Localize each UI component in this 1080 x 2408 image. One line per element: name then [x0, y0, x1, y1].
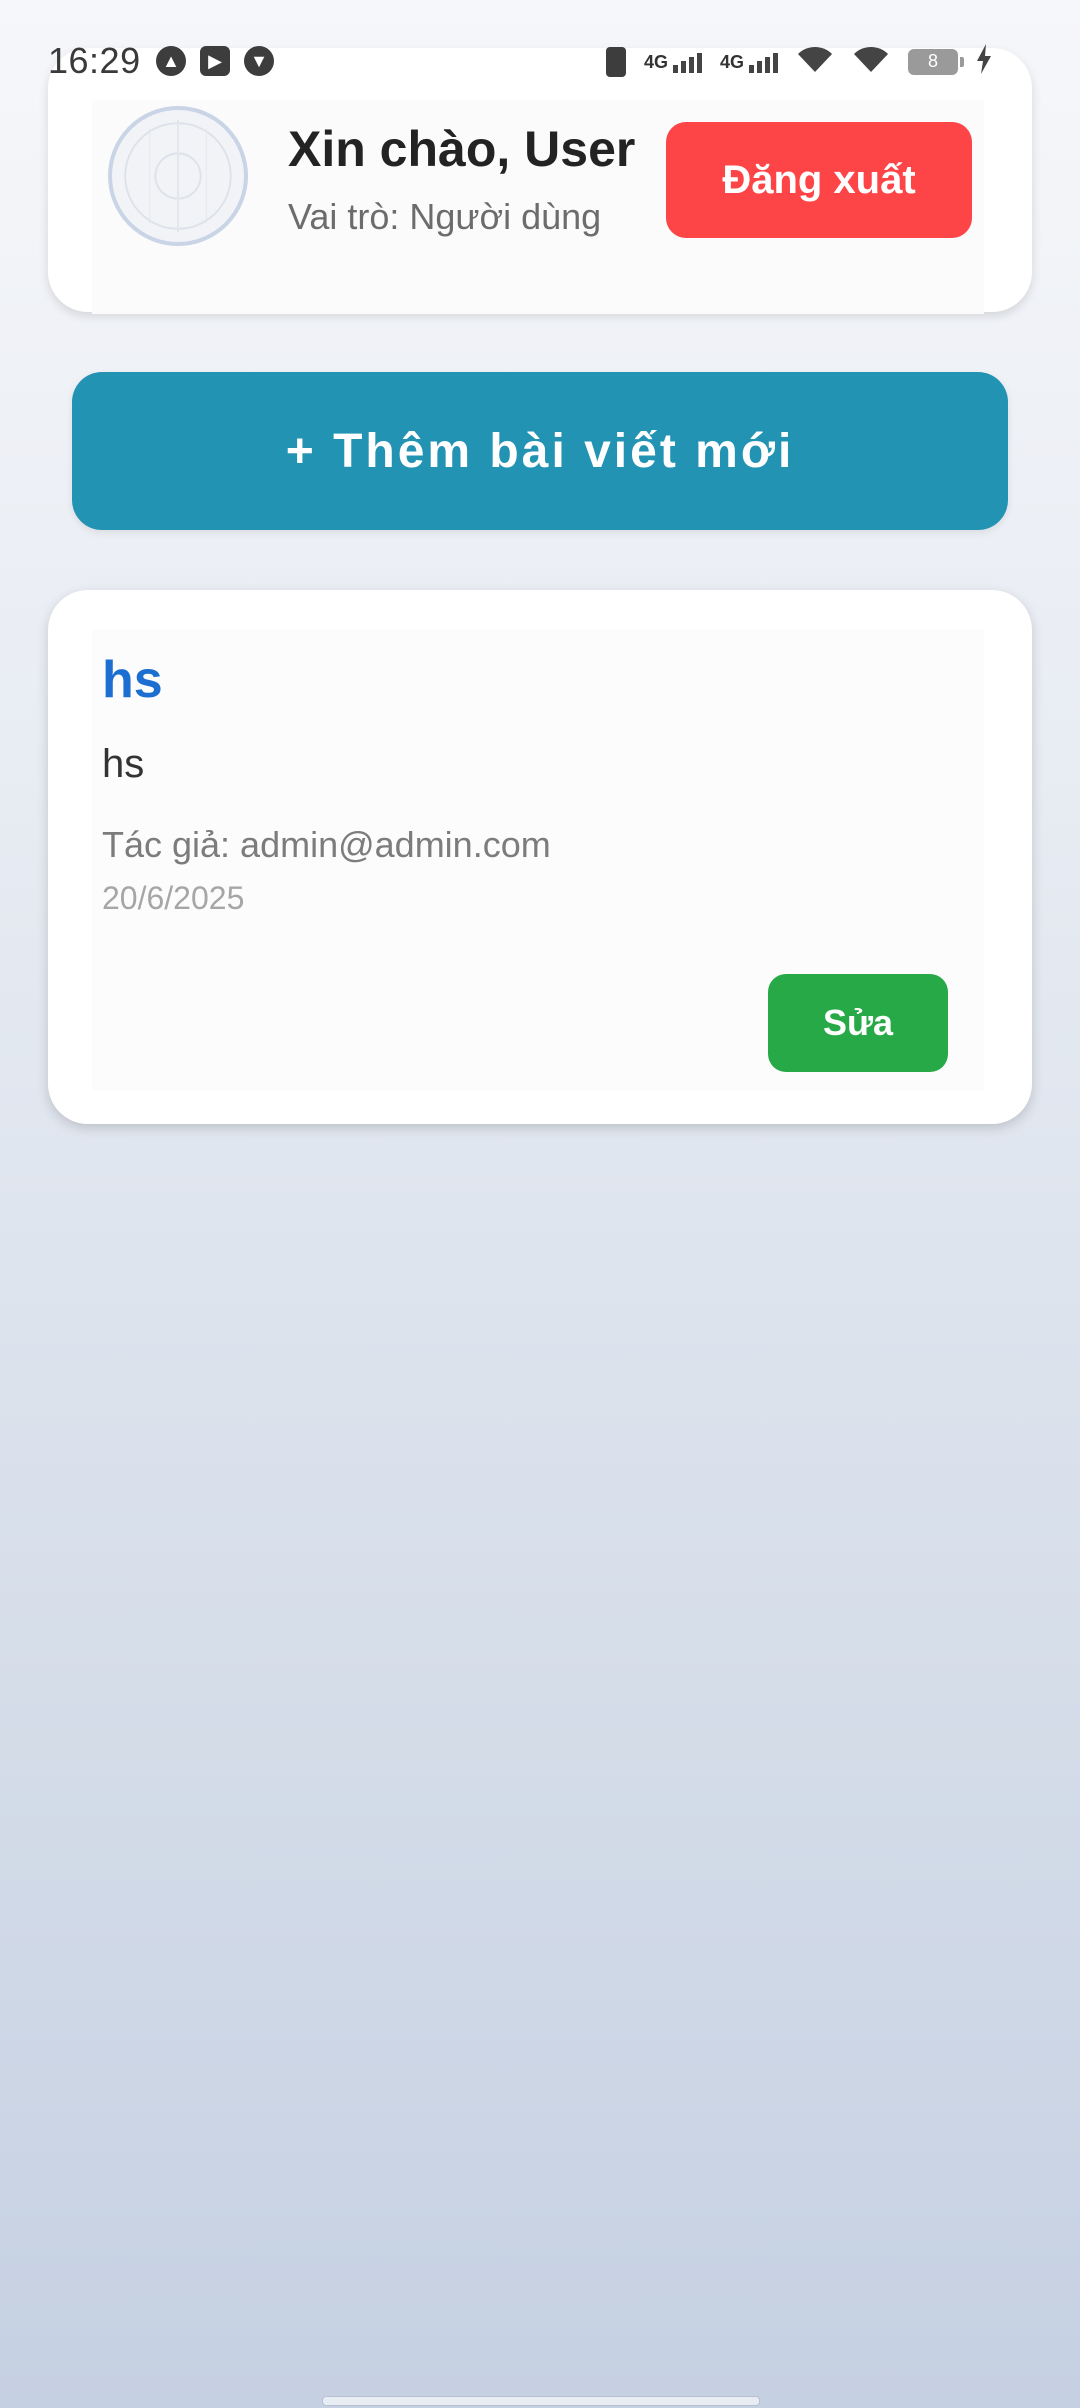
post-content: hs	[102, 742, 145, 786]
post-title: hs	[102, 651, 163, 709]
status-bar: 16:29 ▲ ▶ ▼ 4G 4G 8	[0, 0, 1080, 126]
shield-icon: ▼	[244, 46, 274, 76]
signal-2-icon: 4G	[720, 51, 778, 73]
post-date: 20/6/2025	[102, 880, 245, 916]
edit-post-button[interactable]: Sửa	[768, 974, 948, 1072]
battery-level: 8	[927, 51, 938, 71]
post-card: hs hs Tác giả: admin@admin.com 20/6/2025…	[48, 590, 1032, 1124]
signal-1-icon: 4G	[644, 51, 702, 73]
avatar	[108, 106, 248, 246]
vibrate-icon	[605, 46, 626, 77]
charging-icon	[976, 44, 992, 79]
post-author: Tác giả: admin@admin.com	[102, 824, 551, 865]
user-role: Vai trò: Người dùng	[288, 196, 602, 237]
battery-icon: 8	[908, 48, 964, 75]
logout-button[interactable]: Đăng xuất	[666, 122, 972, 238]
status-time: 16:29	[48, 40, 141, 81]
notification-icons: ▲ ▶ ▼	[156, 46, 274, 76]
add-post-button[interactable]: + Thêm bài viết mới	[72, 372, 1008, 530]
wifi-icon	[796, 44, 834, 79]
greeting-title: Xin chào, User	[288, 121, 636, 177]
network-2-label: 4G	[719, 51, 744, 72]
system-icons: 4G 4G 8	[605, 44, 992, 79]
app-notification-icon: ▲	[156, 46, 186, 76]
home-indicator[interactable]	[322, 2396, 760, 2406]
network-1-label: 4G	[643, 51, 668, 72]
play-icon: ▶	[200, 46, 230, 76]
wifi-icon-2	[852, 44, 890, 79]
